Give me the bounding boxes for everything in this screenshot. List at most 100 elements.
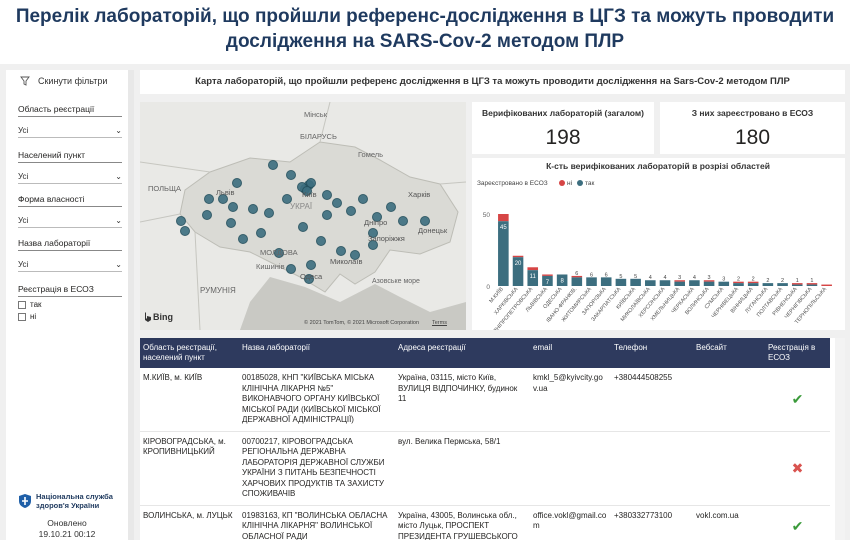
map-label: Харків: [408, 190, 431, 199]
map-label: Запоріжжя: [368, 234, 405, 243]
filter-registration-yes[interactable]: так: [18, 300, 122, 309]
map-point[interactable]: [226, 218, 236, 228]
map-label: РУМУНІЯ: [200, 286, 236, 295]
header-region[interactable]: Область реєстрації, населений пункт: [140, 338, 239, 368]
filter-ownership-label: Форма власності: [18, 194, 122, 207]
header-registration[interactable]: Реєстрація в ЕСОЗ: [765, 338, 830, 368]
bar-yes: [747, 283, 759, 286]
map-point[interactable]: [386, 202, 396, 212]
map-point[interactable]: [322, 190, 332, 200]
bar-data-label: 5: [634, 274, 637, 280]
filter-ownership-value: Усі: [18, 215, 29, 225]
reset-filters-button[interactable]: Скинути фільтри: [6, 70, 134, 86]
bar-data-label: 4: [649, 275, 652, 281]
checkbox[interactable]: [18, 312, 26, 321]
table-row[interactable]: М.КИЇВ, м. КИЇВ 00185028, КНП "КИЇВСЬКА …: [140, 368, 830, 432]
filter-ownership-select[interactable]: Усі ⌄: [18, 213, 122, 228]
map-point[interactable]: [298, 222, 308, 232]
map-label: Кишинів: [256, 262, 285, 271]
bar-no: [527, 267, 539, 271]
legend-marker: [577, 180, 583, 186]
region-bar-chart: К-сть верифікованих лабораторій в розріз…: [472, 158, 845, 335]
bar-data-label: 3: [722, 277, 725, 283]
table-row[interactable]: КІРОВОГРАДСЬКА, м. КРОПИВНИЦЬКИЙ 0070021…: [140, 431, 830, 506]
filter-lab-name-select[interactable]: Усі ⌄: [18, 257, 122, 272]
map-label: БІЛАРУСЬ: [300, 132, 337, 141]
map-point[interactable]: [228, 202, 238, 212]
sidebar-scrollbar[interactable]: [128, 70, 134, 540]
map-point[interactable]: [202, 210, 212, 220]
bar-yes: [630, 278, 641, 286]
filter-region-value: Усі: [18, 125, 29, 135]
map-point[interactable]: [204, 194, 214, 204]
filter-region-select[interactable]: Усі ⌄: [18, 123, 122, 138]
filter-lab-name: Назва лабораторії Усі ⌄: [18, 238, 122, 272]
map-point[interactable]: [248, 204, 258, 214]
map-point[interactable]: [358, 194, 368, 204]
bar-no: [542, 274, 553, 276]
cross-icon: ✖: [765, 431, 830, 506]
table-scrollbar[interactable]: [835, 338, 845, 540]
map-point[interactable]: [336, 246, 346, 256]
labs-table: Область реєстрації, населений пункт Назв…: [140, 338, 845, 540]
map-point[interactable]: [264, 208, 274, 218]
bar-data-label: 3: [678, 275, 681, 281]
map-point[interactable]: [256, 228, 266, 238]
cell-address: Україна, 03115, місто Київ, ВУЛИЦЯ ВІДПО…: [395, 368, 530, 432]
filter-registration: Реєстрація в ЕСОЗ так ні: [18, 284, 122, 321]
labs-table-grid: Область реєстрації, населений пункт Назв…: [140, 338, 830, 540]
map-point[interactable]: [398, 216, 408, 226]
map-label: Азовське море: [372, 278, 420, 285]
bar-data-label: 4: [663, 275, 666, 281]
filter-registration-no[interactable]: ні: [18, 312, 122, 321]
bar-yes: [586, 277, 597, 286]
filter-settlement-value: Усі: [18, 171, 29, 181]
legend-title: Зареєстровано в ЕСОЗ: [477, 180, 548, 187]
map-label: МОЛДОВА: [260, 248, 298, 257]
cell-lab-name: 01983163, КП "ВОЛИНСЬКА ОБЛАСНА КЛІНІЧНА…: [239, 505, 395, 540]
table-row[interactable]: ВОЛИНСЬКА, м. ЛУЦЬК 01983163, КП "ВОЛИНС…: [140, 505, 830, 540]
map-point[interactable]: [268, 160, 278, 170]
bar-data-label: 20: [515, 261, 522, 267]
bar-data-label: 11: [530, 274, 537, 280]
header-address[interactable]: Адреса реєстрації: [395, 338, 530, 368]
header-lab-name[interactable]: Назва лабораторії: [239, 338, 395, 368]
bar-no: [512, 255, 524, 258]
cell-phone: +380444508255: [611, 368, 693, 432]
map-point[interactable]: [306, 260, 316, 270]
header-phone[interactable]: Телефон: [611, 338, 693, 368]
map-point[interactable]: [176, 216, 186, 226]
cell-email: kmkl_5@kyivcity.gov.ua: [530, 368, 611, 432]
cell-website: [693, 368, 765, 432]
map-point[interactable]: [420, 216, 430, 226]
bing-logo: Bing: [144, 312, 173, 322]
map-point[interactable]: [346, 206, 356, 216]
checkbox[interactable]: [18, 300, 26, 309]
dashboard-title: Карта лабораторій, що пройшли референс д…: [140, 70, 845, 94]
map-label: Мінськ: [304, 110, 327, 119]
map-point[interactable]: [232, 178, 242, 188]
map-point[interactable]: [332, 198, 342, 208]
map-point[interactable]: [238, 234, 248, 244]
bing-icon: [145, 312, 151, 322]
header-website[interactable]: Вебсайт: [693, 338, 765, 368]
map-point[interactable]: [322, 210, 332, 220]
map-label: Донецьк: [418, 226, 448, 235]
bar-chart-svg: К-сть верифікованих лабораторій в розріз…: [477, 161, 832, 335]
map-point[interactable]: [286, 264, 296, 274]
map-point[interactable]: [286, 170, 296, 180]
terms-link[interactable]: Terms: [432, 320, 447, 326]
cell-phone: +380332773100: [611, 505, 693, 540]
map-point[interactable]: [180, 226, 190, 236]
kpi-card-verified: Верифікованих лабораторій (загалом) 198: [472, 102, 654, 154]
filter-settlement-select[interactable]: Усі ⌄: [18, 169, 122, 184]
cell-email: [530, 431, 611, 506]
chevron-down-icon: ⌄: [115, 125, 122, 135]
header-email[interactable]: email: [530, 338, 611, 368]
map-point[interactable]: [316, 236, 326, 246]
bar-yes: [806, 284, 818, 286]
labs-map[interactable]: ПОЛЬЩА БІЛАРУСЬ Мінськ Гомель Львів Київ…: [140, 102, 466, 330]
bar-data-label: 45: [500, 225, 507, 231]
nszu-logo: Національна служба здоров'я України: [18, 492, 116, 510]
map-label: Миколаїв: [330, 257, 363, 266]
